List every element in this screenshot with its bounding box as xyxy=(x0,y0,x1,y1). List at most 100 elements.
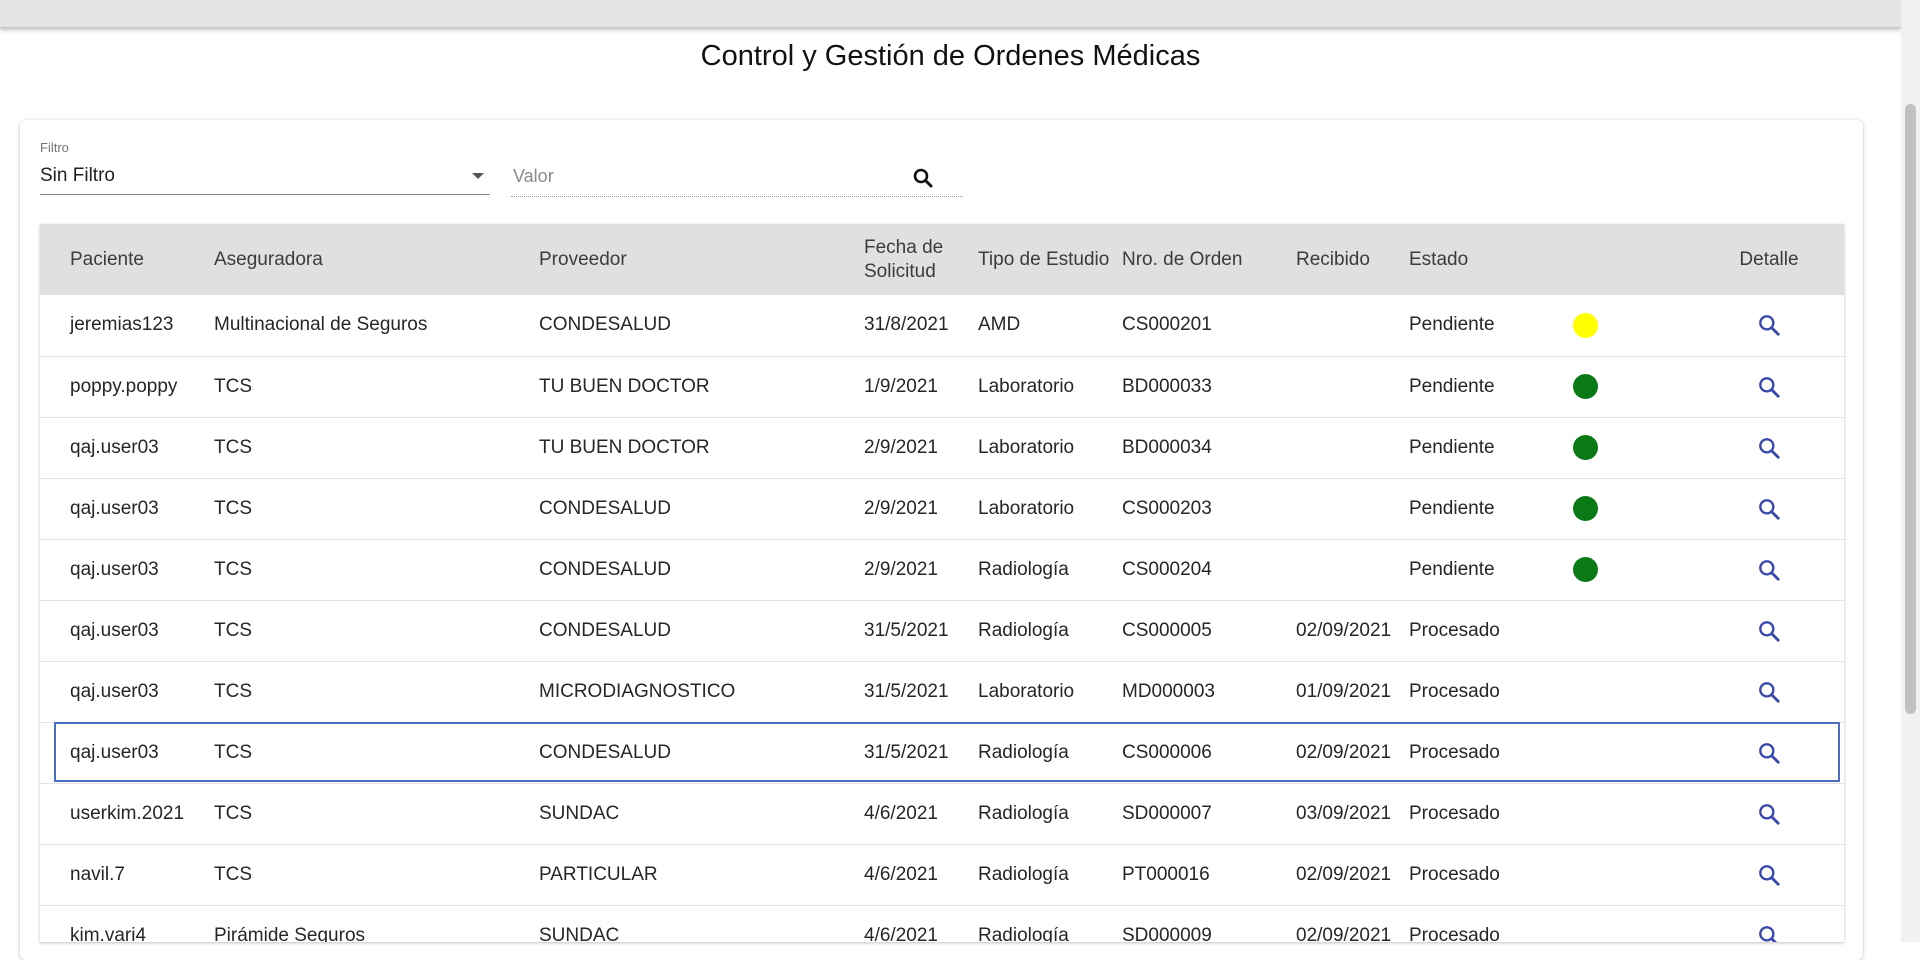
cell-detalle xyxy=(1694,905,1844,942)
status-dot xyxy=(1573,374,1598,399)
table-row[interactable]: poppy.poppy TCS TU BUEN DOCTOR 1/9/2021 Labo… xyxy=(40,356,1844,417)
cell-tipo: AMD xyxy=(978,314,1021,336)
cell-aseguradora: TCS xyxy=(214,863,252,885)
cell-recibido: 03/09/2021 xyxy=(1296,802,1392,824)
page-scrollbar[interactable] xyxy=(1901,0,1920,942)
header-orden[interactable]: Nro. de Orden xyxy=(1122,224,1266,295)
cell-orden: CS000204 xyxy=(1122,558,1212,580)
status-dot xyxy=(1573,435,1598,460)
cell-tipo: Laboratorio xyxy=(978,375,1075,397)
header-fecha[interactable]: Fecha de Solicitud xyxy=(834,224,978,295)
table-row[interactable]: qaj.user03 TCS TU BUEN DOCTOR 2/9/2021 Labor… xyxy=(40,417,1844,478)
cell-paciente: poppy.poppy xyxy=(70,375,178,397)
cell-estado: Pendiente xyxy=(1409,497,1495,519)
cell-tipo: Radiología xyxy=(978,741,1069,763)
cell-status-indicator xyxy=(1549,783,1694,844)
cell-estado: Pendiente xyxy=(1409,436,1495,458)
view-detail-icon[interactable] xyxy=(1756,557,1782,583)
table-row[interactable]: jeremias123 Multinacional de Seguros CONDE… xyxy=(40,295,1844,356)
cell-fecha: 2/9/2021 xyxy=(864,497,938,519)
cell-paciente: jeremias123 xyxy=(70,314,174,336)
cell-status-indicator xyxy=(1549,356,1694,417)
cell-estado: Procesado xyxy=(1409,802,1500,824)
table-row[interactable]: userkim.2021 TCS SUNDAC 4/6/2021 Radiología S… xyxy=(40,783,1844,844)
view-detail-icon[interactable] xyxy=(1756,679,1782,705)
cell-fecha: 31/5/2021 xyxy=(864,680,949,702)
cell-recibido: 02/09/2021 xyxy=(1296,619,1392,641)
cell-proveedor: SUNDAC xyxy=(539,924,620,943)
cell-aseguradora: TCS xyxy=(214,680,252,702)
table-row[interactable]: qaj.user03 TCS CONDESALUD 31/5/2021 Radiolog… xyxy=(40,722,1844,783)
cell-proveedor: TU BUEN DOCTOR xyxy=(539,375,710,397)
view-detail-icon[interactable] xyxy=(1756,618,1782,644)
cell-proveedor: CONDESALUD xyxy=(539,497,671,519)
search-icon[interactable] xyxy=(911,166,935,190)
cell-fecha: 31/5/2021 xyxy=(864,619,949,641)
view-detail-icon[interactable] xyxy=(1756,496,1782,522)
table-row[interactable]: qaj.user03 TCS MICRODIAGNOSTICO 31/5/2021 La… xyxy=(40,661,1844,722)
table-row[interactable]: kim.vari4 Pirámide Seguros SUNDAC 4/6/2021 R… xyxy=(40,905,1844,942)
cell-aseguradora: TCS xyxy=(214,436,252,458)
cell-recibido xyxy=(1266,478,1409,539)
filter-selected-value: Sin Filtro xyxy=(40,165,115,186)
cell-proveedor: CONDESALUD xyxy=(539,741,671,763)
view-detail-icon[interactable] xyxy=(1756,801,1782,827)
cell-fecha: 4/6/2021 xyxy=(864,863,938,885)
header-status-dot xyxy=(1549,224,1694,295)
cell-detalle xyxy=(1694,295,1844,356)
cell-tipo: Laboratorio xyxy=(978,680,1075,702)
cell-tipo: Radiología xyxy=(978,863,1069,885)
cell-tipo: Laboratorio xyxy=(978,436,1075,458)
cell-tipo: Radiología xyxy=(978,619,1069,641)
table-row[interactable]: qaj.user03 TCS CONDESALUD 2/9/2021 Laborator… xyxy=(40,478,1844,539)
header-proveedor[interactable]: Proveedor xyxy=(509,224,834,295)
filter-select[interactable]: Sin Filtro xyxy=(40,160,490,195)
cell-detalle xyxy=(1694,417,1844,478)
view-detail-icon[interactable] xyxy=(1756,923,1782,942)
status-dot xyxy=(1573,496,1598,521)
chevron-down-icon xyxy=(472,173,484,179)
table-row[interactable]: qaj.user03 TCS CONDESALUD 31/5/2021 Radiolog… xyxy=(40,600,1844,661)
view-detail-icon[interactable] xyxy=(1756,312,1782,338)
view-detail-icon[interactable] xyxy=(1756,862,1782,888)
cell-status-indicator xyxy=(1549,661,1694,722)
view-detail-icon[interactable] xyxy=(1756,740,1782,766)
cell-orden: CS000006 xyxy=(1122,741,1212,763)
cell-orden: SD000007 xyxy=(1122,802,1212,824)
cell-recibido: 01/09/2021 xyxy=(1296,680,1392,702)
value-input[interactable] xyxy=(511,160,895,192)
app-top-bar xyxy=(0,0,1901,28)
cell-orden: CS000201 xyxy=(1122,314,1212,336)
scrollbar-thumb[interactable] xyxy=(1905,104,1916,714)
cell-paciente: userkim.2021 xyxy=(70,802,184,824)
value-field xyxy=(511,158,963,197)
cell-fecha: 2/9/2021 xyxy=(864,436,938,458)
cell-recibido xyxy=(1266,539,1409,600)
cell-status-indicator xyxy=(1549,600,1694,661)
header-tipo[interactable]: Tipo de Estudio xyxy=(978,224,1122,295)
cell-aseguradora: TCS xyxy=(214,741,252,763)
cell-detalle xyxy=(1694,600,1844,661)
view-detail-icon[interactable] xyxy=(1756,374,1782,400)
cell-proveedor: PARTICULAR xyxy=(539,863,658,885)
table-row[interactable]: qaj.user03 TCS CONDESALUD 2/9/2021 Radiologí… xyxy=(40,539,1844,600)
cell-aseguradora: TCS xyxy=(214,619,252,641)
cell-status-indicator xyxy=(1549,905,1694,942)
cell-estado: Procesado xyxy=(1409,924,1500,943)
cell-proveedor: MICRODIAGNOSTICO xyxy=(539,680,736,702)
cell-estado: Pendiente xyxy=(1409,558,1495,580)
header-aseguradora[interactable]: Aseguradora xyxy=(184,224,509,295)
cell-recibido: 02/09/2021 xyxy=(1296,924,1392,943)
cell-detalle xyxy=(1694,478,1844,539)
cell-status-indicator xyxy=(1549,539,1694,600)
cell-paciente: qaj.user03 xyxy=(70,680,159,702)
header-recibido[interactable]: Recibido xyxy=(1266,224,1409,295)
cell-paciente: qaj.user03 xyxy=(70,436,159,458)
cell-estado: Pendiente xyxy=(1409,375,1495,397)
view-detail-icon[interactable] xyxy=(1756,435,1782,461)
header-paciente[interactable]: Paciente xyxy=(40,224,184,295)
header-estado[interactable]: Estado xyxy=(1409,224,1549,295)
cell-orden: PT000016 xyxy=(1122,863,1210,885)
cell-fecha: 31/8/2021 xyxy=(864,314,949,336)
table-row[interactable]: navil.7 TCS PARTICULAR 4/6/2021 Radiología PT… xyxy=(40,844,1844,905)
